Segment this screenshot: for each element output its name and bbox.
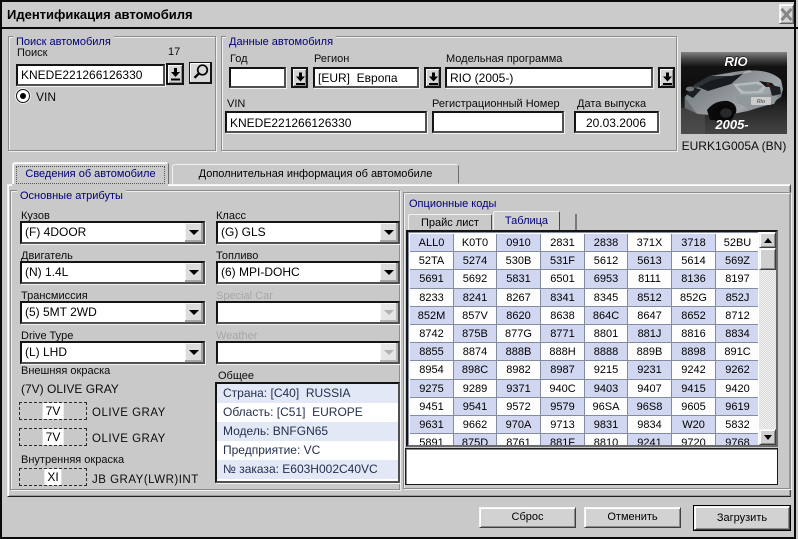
svg-text:RIO: RIO: [724, 54, 747, 69]
svg-text:2005-: 2005-: [714, 117, 748, 132]
